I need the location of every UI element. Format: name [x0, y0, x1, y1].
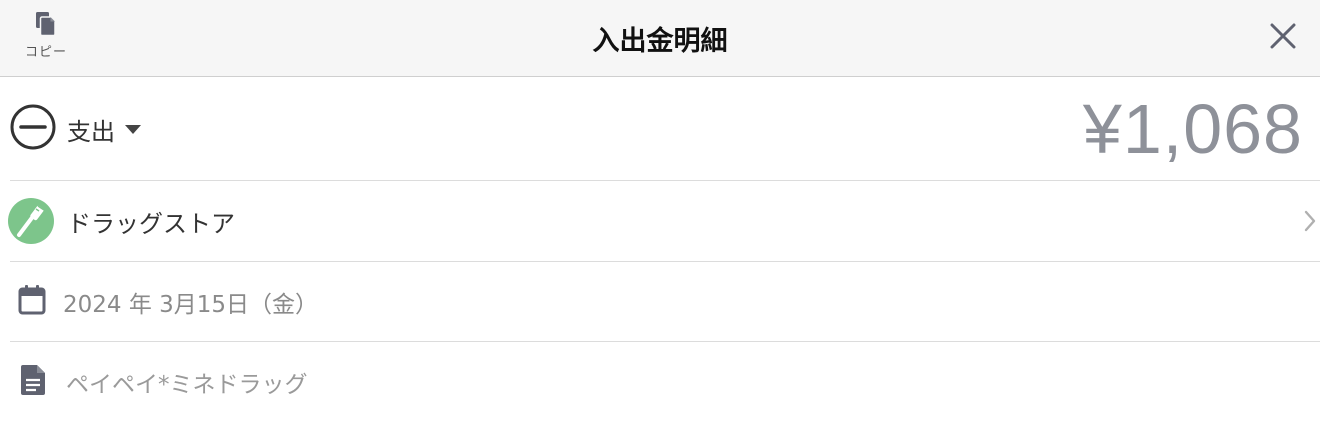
- transaction-type-label: 支出: [67, 117, 115, 146]
- copy-button[interactable]: コピー: [18, 10, 74, 68]
- page-title: 入出金明細: [592, 25, 728, 57]
- chevron-right-icon: [1304, 210, 1316, 236]
- caret-down-icon: [125, 120, 141, 139]
- date-picker[interactable]: 2024 年 3月15日（金）: [10, 262, 318, 341]
- memo-field[interactable]: ペイペイ*ミネドラッグ: [10, 342, 308, 421]
- header-bar: コピー 入出金明細: [0, 0, 1320, 77]
- category-label: ドラッグストア: [67, 209, 235, 238]
- transaction-type-row: 支出 ¥1,068: [10, 77, 1320, 181]
- close-button[interactable]: [1262, 17, 1304, 59]
- memo-row: ペイペイ*ミネドラッグ: [10, 342, 1320, 421]
- document-icon: [20, 364, 46, 400]
- close-icon: [1270, 23, 1296, 53]
- date-row: 2024 年 3月15日（金）: [10, 262, 1320, 342]
- calendar-icon: [18, 284, 46, 319]
- amount-field[interactable]: ¥1,068: [1083, 89, 1303, 169]
- memo-value: ペイペイ*ミネドラッグ: [66, 371, 308, 398]
- category-row: ドラッグストア: [8, 181, 1320, 262]
- transaction-type-selector[interactable]: 支出: [10, 104, 141, 154]
- date-value: 2024 年 3月15日（金）: [63, 291, 319, 318]
- copy-label: コピー: [24, 45, 67, 60]
- category-selector[interactable]: ドラッグストア: [8, 181, 1320, 261]
- copy-icon: [34, 10, 58, 36]
- toothbrush-icon: [8, 198, 54, 244]
- minus-circle-icon: [10, 104, 56, 154]
